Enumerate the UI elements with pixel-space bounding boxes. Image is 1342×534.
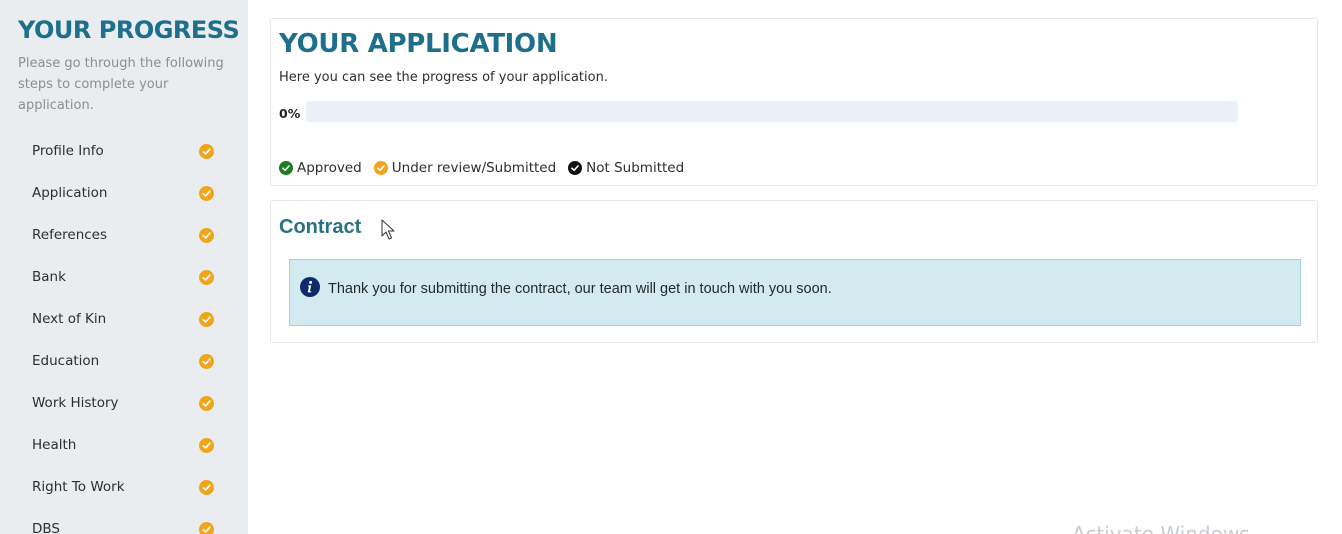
step-label: Next of Kin: [32, 311, 107, 327]
step-next-of-kin[interactable]: Next of Kin: [0, 298, 248, 340]
step-bank[interactable]: Bank: [0, 256, 248, 298]
mouse-cursor-icon: [381, 219, 395, 240]
legend-not-submitted: Not Submitted: [568, 160, 684, 176]
check-circle-icon: [568, 161, 583, 175]
check-circle-icon: [199, 522, 214, 534]
step-right-to-work[interactable]: Right To Work: [0, 466, 248, 508]
check-circle-icon: [199, 396, 214, 411]
step-label: References: [32, 227, 108, 243]
application-subtitle: Here you can see the progress of your ap…: [279, 70, 608, 85]
check-circle-icon: [279, 161, 293, 175]
progress-bar: [306, 101, 1238, 122]
step-work-history[interactable]: Work History: [0, 382, 248, 424]
step-label: Bank: [32, 269, 66, 285]
contract-title: Contract: [279, 216, 362, 238]
application-card: YOUR APPLICATION Here you can see the pr…: [270, 18, 1318, 186]
check-circle-icon: [199, 228, 214, 243]
info-alert: Thank you for submitting the contract, o…: [289, 259, 1301, 326]
check-circle-icon: [199, 312, 214, 327]
check-circle-icon: [199, 480, 214, 495]
legend-label: Under review/Submitted: [391, 160, 557, 176]
sidebar-title: YOUR PROGRESS: [18, 16, 240, 44]
step-label: Health: [32, 437, 77, 453]
step-application[interactable]: Application: [0, 172, 248, 214]
check-circle-icon: [199, 186, 214, 201]
info-message: Thank you for submitting the contract, o…: [328, 281, 832, 297]
check-circle-icon: [199, 354, 214, 369]
step-health[interactable]: Health: [0, 424, 248, 466]
step-label: Application: [32, 185, 108, 201]
legend-label: Approved: [297, 160, 362, 176]
check-circle-icon: [373, 161, 388, 175]
step-label: Education: [32, 353, 100, 369]
check-circle-icon: [199, 144, 214, 159]
sidebar-description: Please go through the following steps to…: [18, 56, 224, 113]
progress-percent: 0%: [279, 106, 301, 121]
legend-under-review: Under review/Submitted: [373, 160, 557, 176]
info-circle-icon: [300, 277, 320, 297]
status-legend: Approved Under review/Submitted Not Subm…: [279, 160, 696, 176]
application-title: YOUR APPLICATION: [279, 29, 558, 59]
step-label: DBS: [32, 521, 60, 534]
check-circle-icon: [199, 270, 214, 285]
activation-watermark: Activate Windows: [1072, 522, 1250, 534]
contract-card: Contract Thank you for submitting the co…: [270, 200, 1318, 343]
step-dbs[interactable]: DBS: [0, 508, 248, 534]
step-education[interactable]: Education: [0, 340, 248, 382]
legend-approved: Approved: [279, 160, 362, 176]
sidebar: YOUR PROGRESS Please go through the foll…: [0, 0, 248, 534]
step-references[interactable]: References: [0, 214, 248, 256]
steps-list: Profile Info Application References Bank…: [0, 130, 248, 534]
step-label: Profile Info: [32, 143, 104, 159]
step-label: Work History: [32, 395, 119, 411]
legend-label: Not Submitted: [586, 160, 685, 176]
step-profile-info[interactable]: Profile Info: [0, 130, 248, 172]
step-label: Right To Work: [32, 479, 125, 495]
check-circle-icon: [199, 438, 214, 453]
